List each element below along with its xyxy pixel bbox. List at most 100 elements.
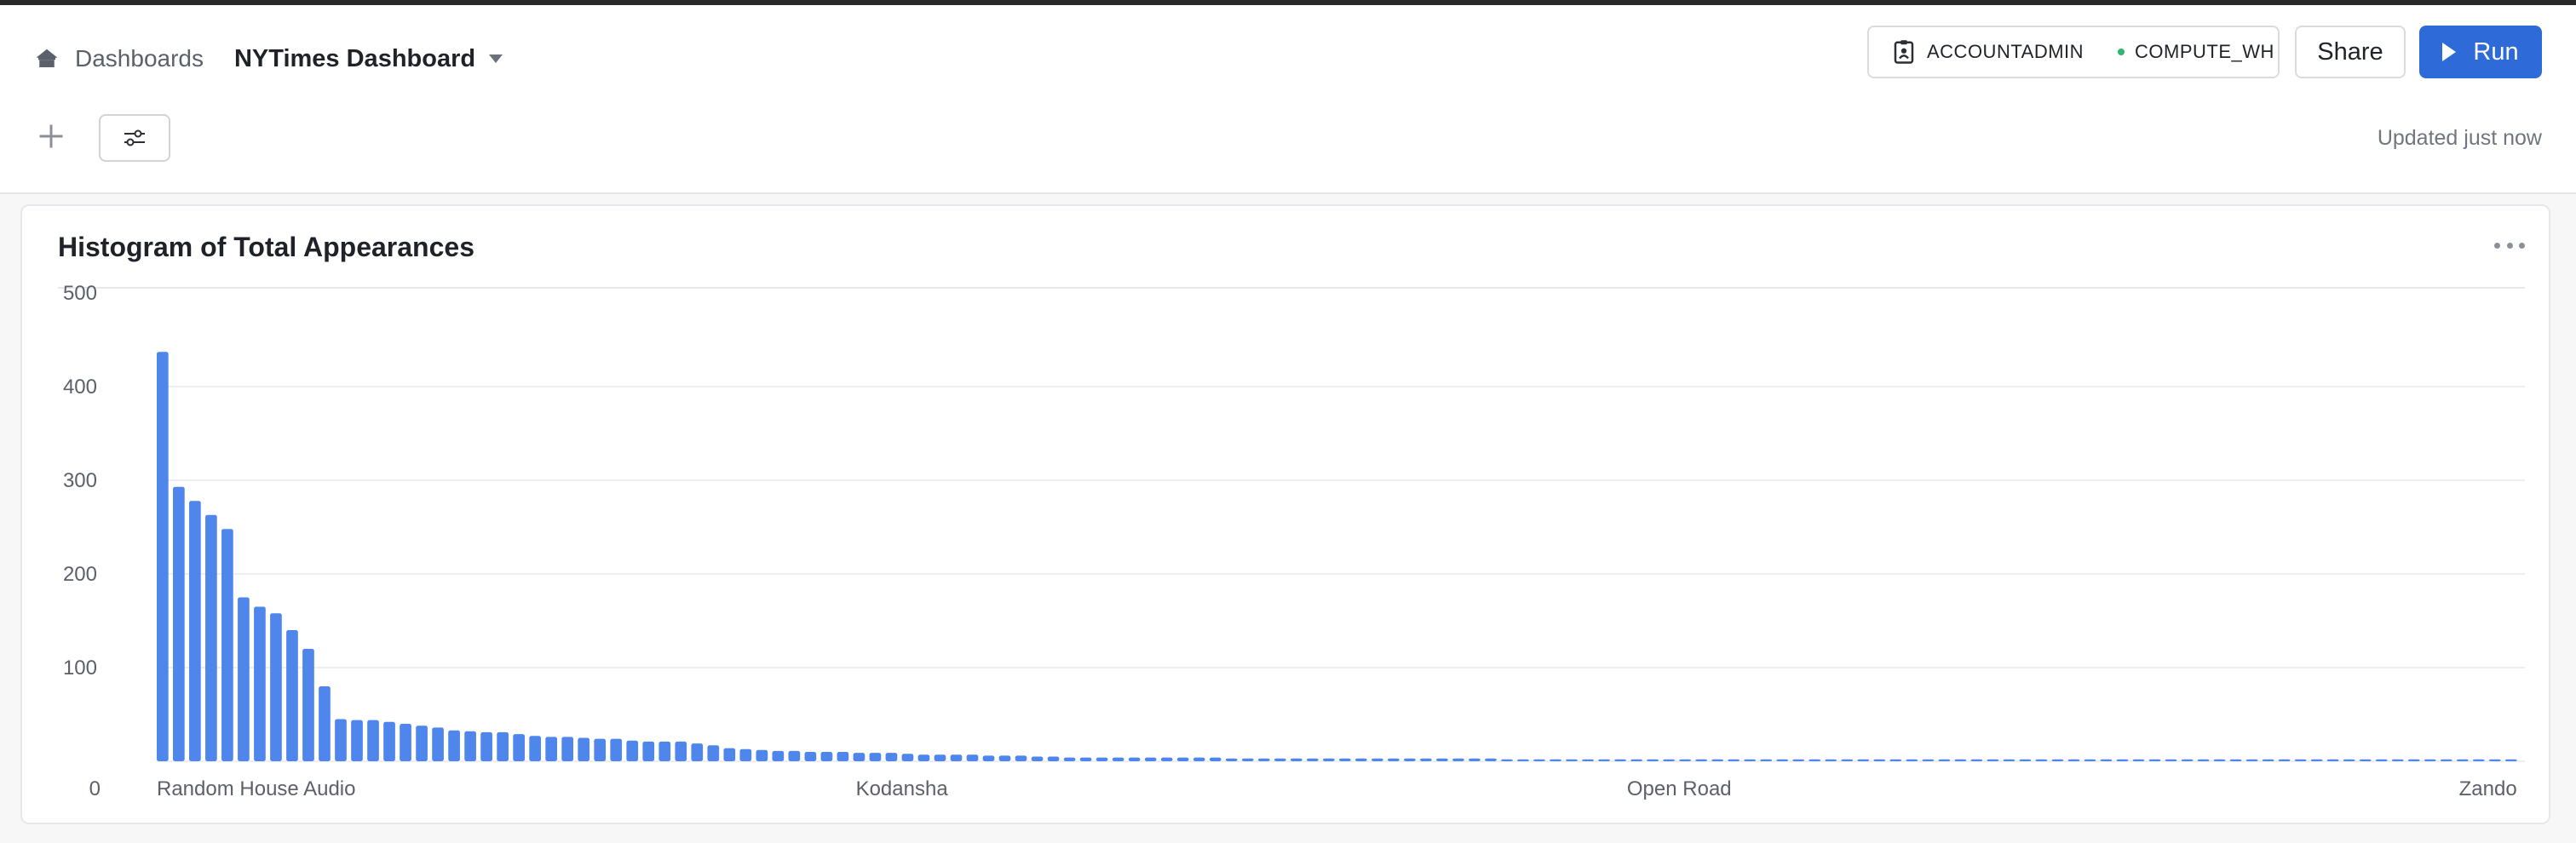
histogram-bar[interactable] xyxy=(1469,758,1481,761)
histogram-bar[interactable] xyxy=(1015,755,1027,761)
histogram-bar[interactable] xyxy=(2375,759,2388,761)
histogram-bar[interactable] xyxy=(934,754,946,761)
role-warehouse-selector[interactable]: ACCOUNTADMIN COMPUTE_WH xyxy=(1867,26,2280,78)
histogram-bar[interactable] xyxy=(869,753,882,761)
histogram-bar[interactable] xyxy=(2294,759,2307,761)
histogram-bar[interactable] xyxy=(1112,757,1124,761)
histogram-bar[interactable] xyxy=(1501,759,1513,761)
histogram-bar[interactable] xyxy=(1906,759,1918,761)
histogram-bar[interactable] xyxy=(1355,758,1367,761)
histogram-bar[interactable] xyxy=(254,606,266,762)
histogram-bar[interactable] xyxy=(1452,758,1464,761)
histogram-bar[interactable] xyxy=(2148,759,2161,761)
histogram-bar[interactable] xyxy=(2440,759,2452,761)
histogram-bar[interactable] xyxy=(1776,759,1789,761)
histogram-bar[interactable] xyxy=(2132,759,2145,761)
histogram-bar[interactable] xyxy=(1825,759,1837,761)
histogram-bar[interactable] xyxy=(448,730,460,761)
histogram-bar[interactable] xyxy=(1388,758,1400,761)
histogram-bar[interactable] xyxy=(1290,758,1302,761)
histogram-bar[interactable] xyxy=(1241,758,1254,761)
histogram-bar[interactable] xyxy=(205,514,217,761)
histogram-bar[interactable] xyxy=(1371,758,1383,761)
histogram-bar[interactable] xyxy=(1063,757,1076,761)
histogram-bar[interactable] xyxy=(1436,758,1448,761)
histogram-bar[interactable] xyxy=(2197,759,2210,761)
histogram-bar[interactable] xyxy=(545,737,558,761)
histogram-bar[interactable] xyxy=(610,738,623,761)
histogram-bar[interactable] xyxy=(2343,759,2355,761)
histogram-bar[interactable] xyxy=(820,752,833,761)
histogram-bar[interactable] xyxy=(2424,759,2436,761)
histogram-bar[interactable] xyxy=(1176,757,1189,761)
histogram-bar[interactable] xyxy=(2407,759,2420,761)
histogram-bar[interactable] xyxy=(432,727,444,761)
histogram-bar[interactable] xyxy=(1047,756,1060,762)
histogram-bar[interactable] xyxy=(367,720,379,761)
histogram-bar[interactable] xyxy=(1339,758,1351,761)
histogram-bar[interactable] xyxy=(351,720,363,761)
histogram-bar[interactable] xyxy=(1209,757,1222,761)
histogram-bar[interactable] xyxy=(1889,759,1902,761)
histogram-bar[interactable] xyxy=(400,724,411,761)
histogram-bar[interactable] xyxy=(1954,759,1967,761)
histogram-bar[interactable] xyxy=(1095,757,1108,761)
histogram-bar[interactable] xyxy=(2003,759,2015,761)
histogram-bar[interactable] xyxy=(221,529,233,761)
histogram-bar[interactable] xyxy=(966,754,979,761)
histogram-bar[interactable] xyxy=(2326,759,2339,761)
histogram-bar[interactable] xyxy=(2067,759,2080,761)
histogram-bar[interactable] xyxy=(1808,759,1821,761)
histogram-bar[interactable] xyxy=(335,719,347,762)
histogram-bar[interactable] xyxy=(804,752,817,761)
histogram-bar[interactable] xyxy=(1306,758,1319,761)
histogram-bar[interactable] xyxy=(319,686,331,761)
histogram-bar[interactable] xyxy=(1663,759,1675,761)
histogram-bar[interactable] xyxy=(561,737,574,761)
histogram-bar[interactable] xyxy=(594,738,607,761)
histogram-bar[interactable] xyxy=(1598,759,1610,761)
histogram-bar[interactable] xyxy=(756,749,768,761)
histogram-bar[interactable] xyxy=(2229,759,2242,761)
histogram-bar[interactable] xyxy=(950,754,963,761)
histogram-bar[interactable] xyxy=(1614,759,1626,761)
histogram-bar[interactable] xyxy=(2019,759,2032,761)
histogram-bar[interactable] xyxy=(1322,758,1335,761)
histogram-bar[interactable] xyxy=(642,741,655,761)
histogram-bar[interactable] xyxy=(1582,759,1594,761)
histogram-bar[interactable] xyxy=(2213,759,2226,761)
histogram-bar[interactable] xyxy=(238,597,250,762)
histogram-bar[interactable] xyxy=(529,736,542,761)
dashboard-title[interactable]: NYTimes Dashboard xyxy=(234,45,475,73)
histogram-bar[interactable] xyxy=(772,750,785,761)
histogram-bar[interactable] xyxy=(1031,756,1044,762)
histogram-bar[interactable] xyxy=(1485,758,1497,761)
histogram-bar[interactable] xyxy=(1987,759,1999,761)
histogram-bar[interactable] xyxy=(917,754,930,761)
histogram-bar[interactable] xyxy=(1841,759,1854,761)
histogram-bar[interactable] xyxy=(739,748,752,761)
histogram-bar[interactable] xyxy=(1679,759,1691,761)
histogram-bar[interactable] xyxy=(1128,757,1141,761)
histogram-bar[interactable] xyxy=(1728,759,1740,761)
histogram-bar[interactable] xyxy=(658,741,671,761)
histogram-bar[interactable] xyxy=(2391,759,2404,761)
histogram-bar[interactable] xyxy=(1922,759,1935,761)
histogram-bar[interactable] xyxy=(885,753,898,761)
histogram-bar[interactable] xyxy=(1404,758,1416,761)
histogram-bar[interactable] xyxy=(1420,758,1432,761)
plus-icon[interactable] xyxy=(36,121,66,152)
histogram-bar[interactable] xyxy=(2278,759,2291,761)
histogram-bar[interactable] xyxy=(1970,759,1983,761)
chevron-down-icon[interactable] xyxy=(489,54,503,63)
histogram-bar[interactable] xyxy=(1760,759,1773,761)
histogram-bar[interactable] xyxy=(1566,759,1578,761)
histogram-bar[interactable] xyxy=(1079,757,1092,761)
histogram-bar[interactable] xyxy=(578,737,590,762)
histogram-bar[interactable] xyxy=(723,748,736,761)
histogram-bar[interactable] xyxy=(998,755,1011,761)
share-button[interactable]: Share xyxy=(2295,26,2406,78)
histogram-bar[interactable] xyxy=(1873,759,1886,761)
histogram-bar[interactable] xyxy=(1630,759,1642,761)
histogram-bar[interactable] xyxy=(2359,759,2372,761)
